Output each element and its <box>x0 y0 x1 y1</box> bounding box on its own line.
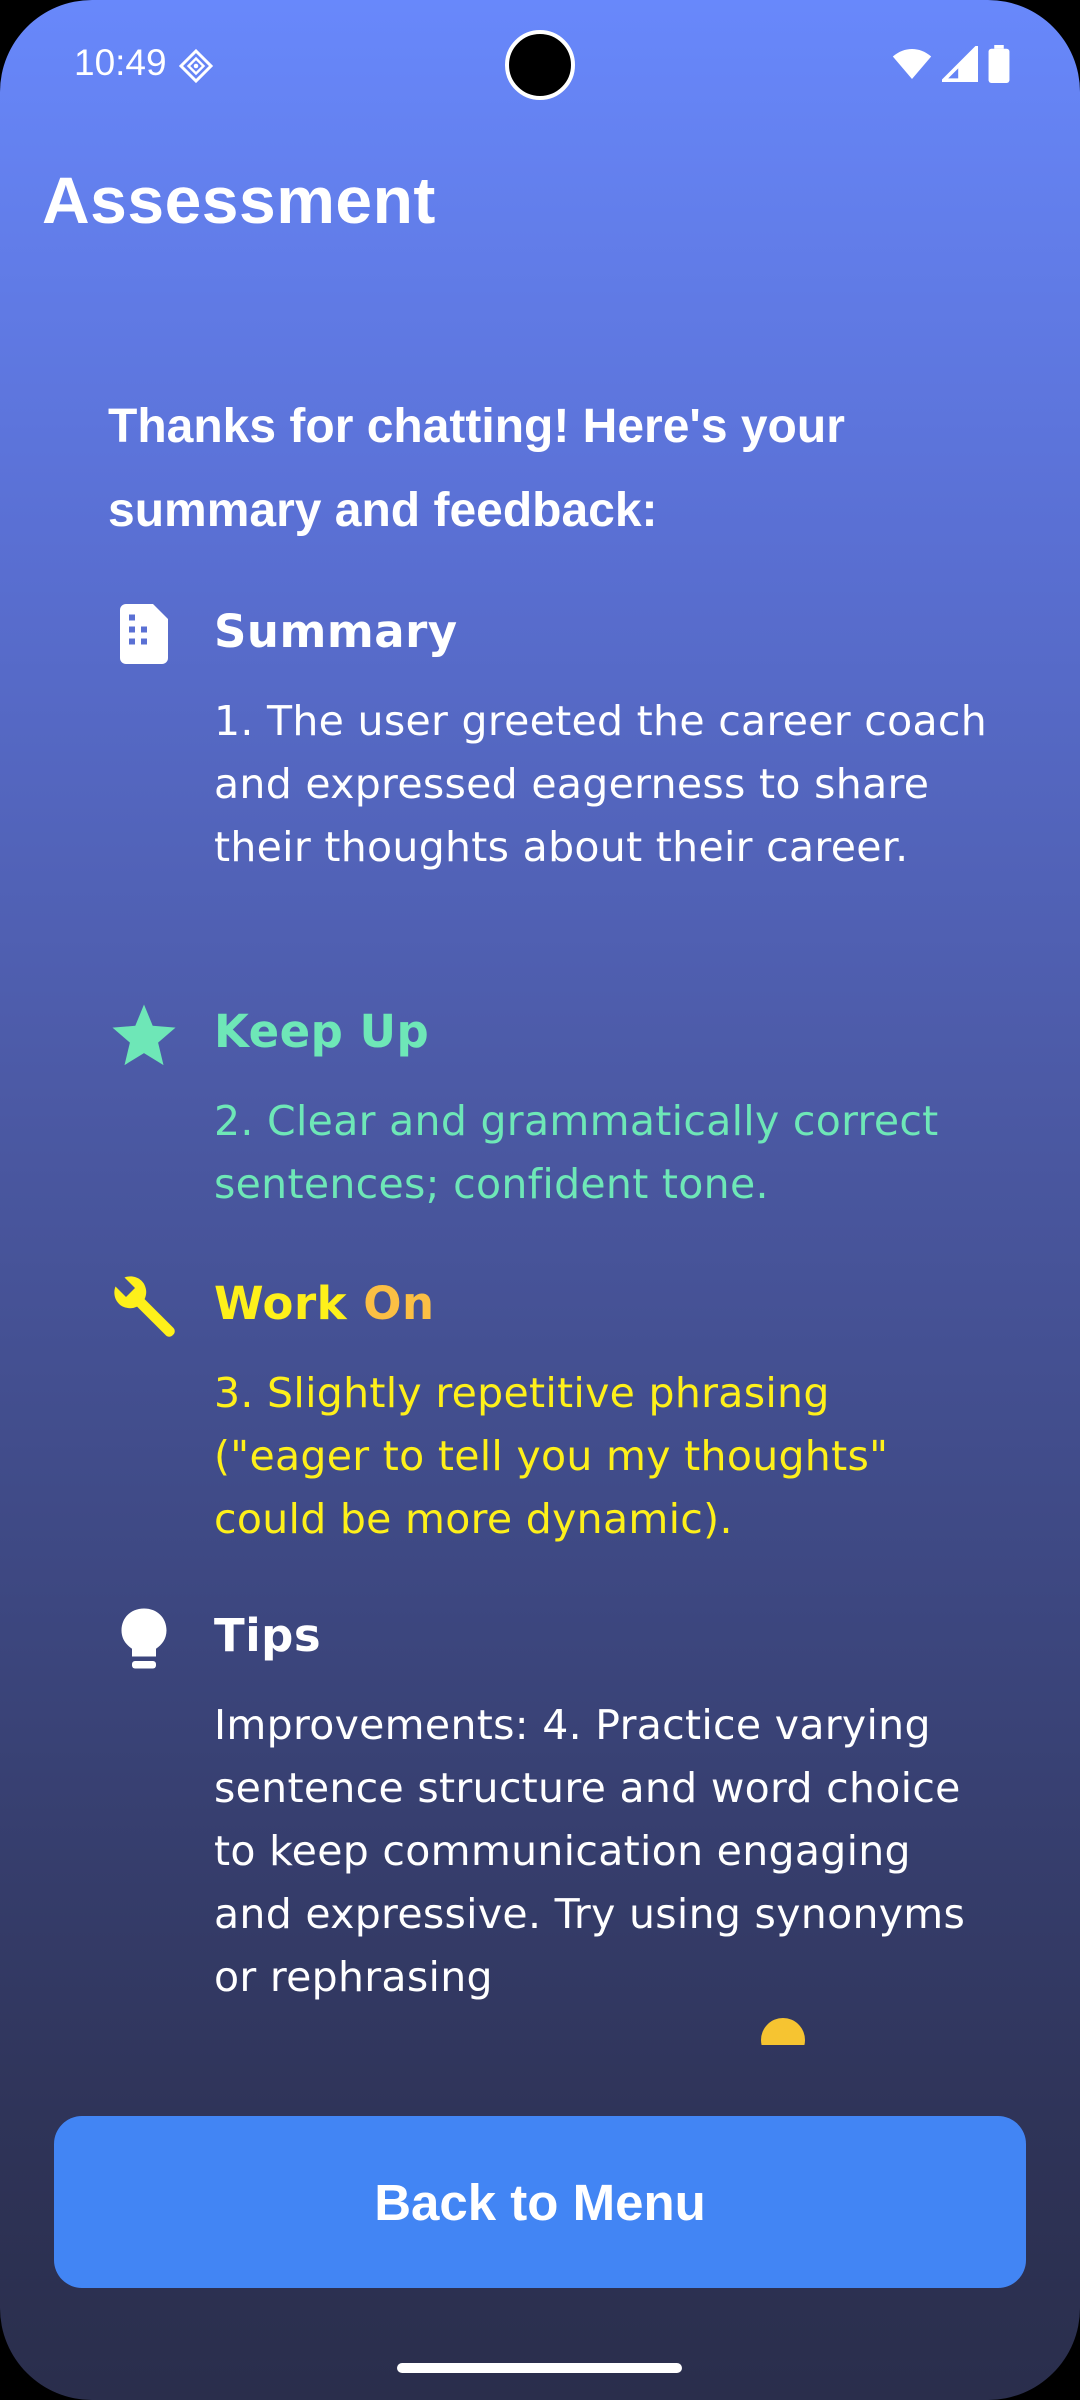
document-icon <box>120 604 168 664</box>
keep-up-text: 2. Clear and grammatically correct sente… <box>214 1097 939 1208</box>
smiley-emoji-icon <box>760 2018 805 2045</box>
tips-text-content: Improvements: 4. Practice varying senten… <box>214 1701 966 2001</box>
camera-cutout <box>505 30 575 100</box>
summary-text: 1. The user greeted the career coach and… <box>214 697 988 871</box>
keep-up-heading: Keep Up <box>214 1005 430 1058</box>
tips-text-cutoff <box>214 2016 805 2045</box>
home-indicator[interactable] <box>397 2363 682 2373</box>
status-bar: 10:49 <box>0 0 1080 130</box>
wifi-icon <box>892 49 932 79</box>
tips-text: Improvements: 4. Practice varying senten… <box>214 1694 994 2045</box>
diamond-notification-icon <box>178 48 214 84</box>
work-on-heading-part1: Work <box>214 1277 348 1330</box>
work-on-text: 3. Slightly repetitive phrasing ("eager … <box>214 1369 889 1543</box>
summary-heading: Summary <box>214 605 458 658</box>
assessment-content[interactable]: Thanks for chatting! Here's your summary… <box>0 370 1080 2045</box>
status-icons <box>892 44 1010 84</box>
battery-icon <box>988 45 1010 83</box>
work-on-heading-part2: On <box>363 1277 435 1330</box>
star-icon <box>112 1004 176 1066</box>
page-title: Assessment <box>42 163 436 237</box>
back-to-menu-button[interactable]: Back to Menu <box>54 2116 1026 2288</box>
wrench-icon <box>114 1276 175 1337</box>
app-screen: 10:49 Assessment Thanks for chatting! He… <box>0 0 1080 2400</box>
tips-heading: Tips <box>214 1609 322 1662</box>
work-on-heading: Work On <box>214 1274 435 1334</box>
status-time: 10:49 <box>74 42 167 83</box>
intro-text: Thanks for chatting! Here's your summary… <box>108 400 845 537</box>
signal-icon <box>942 46 978 82</box>
lightbulb-icon <box>121 1608 167 1669</box>
